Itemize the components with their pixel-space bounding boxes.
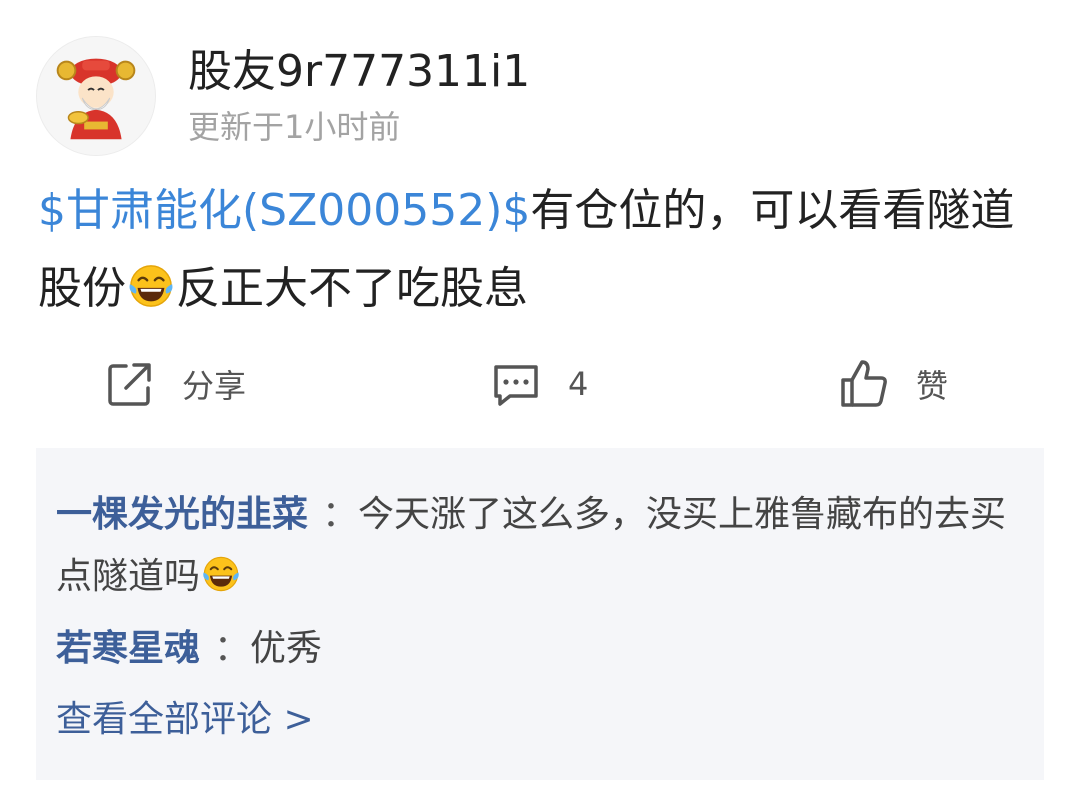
laughing-tears-emoji-icon — [203, 556, 239, 592]
comment-item: 一棵发光的韭菜 ：今天涨了这么多，没买上雅鲁藏布的去买点隧道吗 — [56, 484, 1016, 608]
post-text-2: 反正大不了吃股息 — [176, 263, 528, 314]
avatar[interactable] — [36, 36, 156, 156]
share-label: 分享 — [182, 367, 247, 405]
comment-button[interactable]: 4 — [490, 346, 588, 422]
like-label: 赞 — [916, 367, 949, 405]
fortune-god-avatar-icon — [37, 37, 155, 155]
comment-separator: ： — [214, 628, 251, 669]
comment-item: 若寒星魂 ：优秀 — [56, 618, 1016, 680]
comments-preview: 一棵发光的韭菜 ：今天涨了这么多，没买上雅鲁藏布的去买点隧道吗 若寒星魂 ：优秀 查… — [36, 448, 1044, 780]
like-button[interactable]: 赞 — [838, 346, 948, 422]
post-card: 股友9r777311i1 更新于1小时前 $甘肃能化(SZ000552)$有仓位… — [0, 0, 1080, 793]
view-all-comments-link[interactable]: 查看全部评论 > — [56, 696, 314, 744]
share-button[interactable]: 分享 — [104, 346, 246, 422]
comment-icon — [494, 365, 538, 406]
share-icon — [108, 363, 151, 406]
comment-separator: ： — [322, 494, 359, 535]
thumbs-up-icon — [841, 360, 887, 407]
action-bar: 分享 4 赞 — [0, 346, 1080, 422]
comment-count: 4 — [568, 365, 589, 403]
laughing-tears-emoji-icon — [129, 265, 173, 307]
commenter-name[interactable]: 一棵发光的韭菜 — [56, 494, 308, 535]
updated-time: 更新于1小时前 — [188, 108, 401, 146]
author-name[interactable]: 股友9r777311i1 — [188, 44, 530, 100]
commenter-name[interactable]: 若寒星魂 — [56, 628, 200, 669]
stock-tag-link[interactable]: $甘肃能化(SZ000552)$ — [38, 185, 530, 236]
comment-text: 优秀 — [250, 628, 323, 669]
post-content: $甘肃能化(SZ000552)$有仓位的，可以看看隧道股份 反正大不了吃股息 — [38, 172, 1048, 328]
